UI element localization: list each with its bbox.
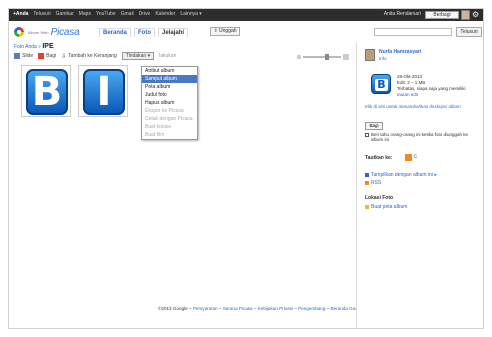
google-nav-link[interactable]: Gmail — [121, 11, 134, 17]
embed-link-label: Tampilkan dengan album ini ▸ — [371, 172, 437, 178]
nav-tabs: Beranda Foto Jelajahi — [99, 28, 189, 37]
google-nav: +Anda Telusuri Gambar Maps YouTube Gmail… — [13, 11, 202, 17]
owner-avatar[interactable] — [365, 49, 375, 61]
menu-item: Buat kolase — [145, 124, 172, 130]
photo-thumbnail[interactable]: B — [21, 65, 71, 117]
code-icon[interactable]: c — [414, 154, 421, 161]
upload-button[interactable]: ⇧ Unggah — [210, 27, 240, 36]
photo-thumbnail[interactable]: I — [78, 65, 128, 117]
account-avatar[interactable] — [461, 10, 470, 20]
menu-item[interactable]: Atribut album — [142, 67, 197, 75]
google-nav-link[interactable]: Lainnya ▾ — [180, 11, 201, 17]
photo-glyph: I — [83, 69, 125, 115]
rss-link-label: RSS — [371, 180, 382, 186]
tab-foto[interactable]: Foto — [134, 28, 156, 37]
menu-item[interactable]: Judul foto — [142, 91, 197, 99]
rss-small-icon — [365, 181, 369, 185]
tab-beranda[interactable]: Beranda — [99, 28, 132, 37]
location-link[interactable]: Buat peta album — [365, 204, 407, 210]
google-bar: +Anda Telusuri Gambar Maps YouTube Gmail… — [9, 9, 483, 21]
embed-icon — [365, 173, 369, 177]
google-nav-link[interactable]: Maps — [79, 11, 91, 17]
gear-icon[interactable]: ⚙ — [472, 10, 480, 19]
rss-link[interactable]: RSS — [365, 180, 381, 186]
slideshow-icon — [14, 53, 20, 59]
menu-item: Cetak dengan Picasa — [145, 116, 193, 122]
browser-window: +Anda Telusuri Gambar Maps YouTube Gmail… — [8, 8, 484, 329]
actions-dropdown[interactable]: Tindakan ▾ — [121, 52, 155, 60]
slideshow-label: Slide — [22, 53, 34, 59]
menu-item: Buat film — [145, 132, 165, 138]
embed-link[interactable]: Tampilkan dengan album ini ▸ — [365, 172, 437, 178]
album-info-panel: Nurfa Hamzasyari Info B 28-Okt-2013 Edit… — [356, 42, 483, 328]
google-nav-link[interactable]: +Anda — [13, 11, 28, 17]
location-link-label: Buat peta album — [371, 204, 408, 210]
share-icon — [38, 53, 45, 59]
google-nav-link[interactable]: Telusuri — [33, 11, 50, 17]
photo-glyph: B — [26, 69, 68, 115]
album-cover[interactable]: B — [371, 74, 391, 94]
account-name[interactable]: Anita Rendarsari — [384, 11, 421, 17]
map-icon — [365, 205, 369, 209]
menu-item[interactable]: Sampul album — [142, 75, 197, 83]
visibility-edit-link[interactable]: tautan edit — [397, 92, 466, 98]
album-cover-glyph: B — [375, 79, 388, 91]
download-label: Tambah ke Keranjang — [68, 53, 117, 59]
zoom-slider[interactable] — [297, 54, 349, 60]
tab-jelajahi[interactable]: Jelajahi — [158, 28, 189, 37]
zoom-out-icon[interactable] — [297, 55, 301, 59]
picasa-logo-icon — [14, 27, 24, 37]
menu-item[interactable]: Hapus album — [142, 99, 197, 107]
breadcrumb-root[interactable]: Foto Anda — [14, 44, 37, 50]
menu-item[interactable]: Peta album — [142, 83, 197, 91]
logo-subtitle: Album Web — [28, 29, 49, 35]
footer-link[interactable]: Persyaratan — [193, 306, 218, 311]
google-nav-link[interactable]: Gambar — [56, 11, 74, 17]
google-nav-link[interactable]: Drive — [139, 11, 151, 17]
main-content: Foto Anda » IPE Slide Bagi ⇩ Tambah ke K… — [9, 42, 364, 328]
page-frame: +Anda Telusuri Gambar Maps YouTube Gmail… — [0, 0, 492, 337]
share-button[interactable]: Berbagi — [425, 11, 459, 19]
location-header: Lokasi Foto — [365, 195, 394, 201]
google-nav-link[interactable]: Kalender — [155, 11, 175, 17]
link-icons: c — [405, 154, 421, 161]
rss-icon[interactable] — [405, 154, 412, 161]
footer-copyright: ©2013 Google — [158, 306, 188, 311]
footer-link[interactable]: Pengembang — [298, 306, 325, 311]
notify-checkbox[interactable] — [365, 133, 369, 137]
google-nav-link[interactable]: YouTube — [96, 11, 116, 17]
logo-wordmark: Picasa — [50, 26, 80, 38]
menu-item: Ekspor ke Picasa — [145, 108, 184, 114]
toolbar-extra: lakukan — [159, 53, 177, 59]
search-button[interactable]: Telusuri — [456, 27, 482, 37]
download-icon: ⇩ — [61, 53, 67, 60]
album-title: IPE — [42, 43, 54, 50]
breadcrumb: Foto Anda » IPE — [14, 43, 54, 50]
notify-checkbox-label: Beri tahu orang-orang ini ketika foto di… — [371, 132, 469, 142]
side-share-button[interactable]: Bagi — [365, 122, 383, 130]
zoom-in-icon[interactable] — [343, 54, 349, 60]
search-input[interactable] — [374, 28, 452, 36]
zoom-knob[interactable] — [325, 54, 329, 60]
owner-name[interactable]: Nurfa Hamzasyari — [379, 49, 421, 55]
footer-link[interactable]: Kebijakan Privasi — [258, 306, 293, 311]
slideshow-button[interactable]: Slide — [14, 53, 33, 59]
share-album-button[interactable]: Bagi — [38, 53, 56, 59]
links-header: Tautkan ke: — [365, 155, 393, 161]
actions-menu: Atribut album Sampul album Peta album Judul… — [141, 66, 198, 140]
picasa-header: Album Web Picasa Beranda Foto Jelajahi ⇧… — [9, 22, 483, 42]
album-toolbar: Slide Bagi ⇩ Tambah ke Keranjang Tindaka… — [14, 52, 176, 60]
picasa-logo[interactable]: Album Web Picasa — [14, 26, 80, 38]
owner-info-link[interactable]: Info — [379, 56, 387, 61]
download-button[interactable]: ⇩ Tambah ke Keranjang — [61, 53, 117, 60]
footer: ©2013 Google – Persyaratan – Sarana Pica… — [158, 306, 364, 311]
album-description-link[interactable]: Klik di sini untuk menambahkan deskripsi… — [365, 104, 461, 109]
share-album-label: Bagi — [46, 53, 57, 59]
footer-link[interactable]: Sarana Picasa — [223, 306, 253, 311]
album-meta: 28-Okt-2013 Edit: 2 – 1 MB Terbatas, sia… — [397, 74, 466, 98]
zoom-track[interactable] — [303, 54, 341, 60]
